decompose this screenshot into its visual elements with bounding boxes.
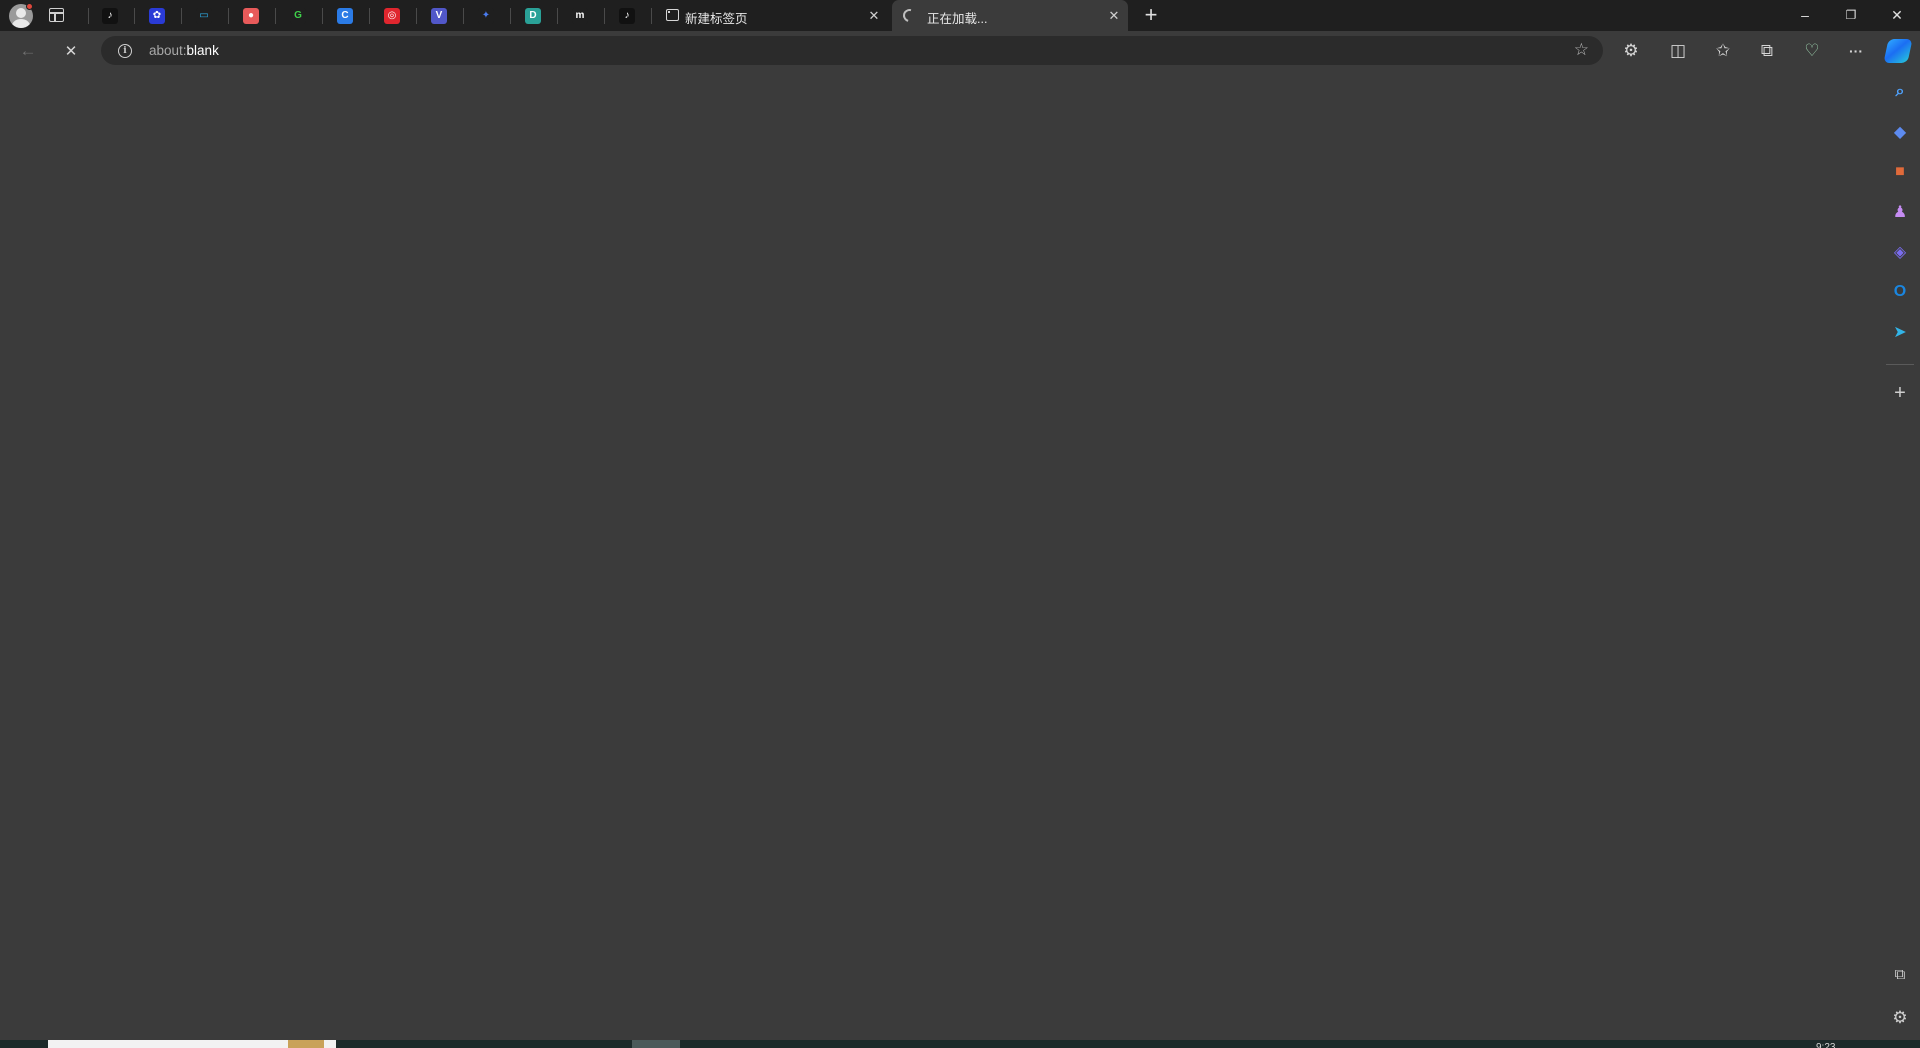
- tab-separator: [369, 8, 370, 24]
- tab-separator: [651, 8, 652, 24]
- red-app-favicon-icon: ●: [243, 8, 259, 24]
- site-info-icon[interactable]: i: [118, 44, 132, 58]
- tab-separator: [228, 8, 229, 24]
- sidebar-search-icon[interactable]: ⌕: [1890, 82, 1910, 102]
- close-window-button[interactable]: ✕: [1874, 0, 1920, 31]
- tab-separator: [181, 8, 182, 24]
- sidebar-settings-icon[interactable]: ⚙: [1890, 1008, 1910, 1028]
- blue-c-favicon-icon: C: [337, 8, 353, 24]
- tab-close-button[interactable]: ✕: [864, 6, 884, 26]
- settings-and-more-button[interactable]: ···: [1841, 36, 1871, 66]
- sidebar-add-button[interactable]: +: [1890, 383, 1910, 404]
- pinned-tab-green-app[interactable]: G: [284, 4, 312, 28]
- taskbar: 9:23: [0, 1040, 1920, 1048]
- back-button[interactable]: ←: [13, 36, 43, 66]
- new-tab-page-icon: [666, 9, 679, 21]
- tab-separator: [416, 8, 417, 24]
- url-path: blank: [186, 43, 219, 58]
- feather-app-favicon-icon: ✦: [478, 8, 494, 24]
- restore-button[interactable]: ❐: [1828, 0, 1874, 31]
- pinned-tab-blue-c[interactable]: C: [331, 4, 359, 28]
- pinned-tab-weibo[interactable]: ◎: [378, 4, 406, 28]
- sidebar-shopping-icon[interactable]: ◆: [1890, 122, 1910, 142]
- new-tab-button[interactable]: +: [1139, 4, 1163, 28]
- browser-essentials-icon[interactable]: ♡: [1797, 36, 1827, 66]
- loading-spinner-icon: [900, 6, 919, 25]
- sidebar-microsoft365-icon[interactable]: ◈: [1890, 242, 1910, 262]
- pinned-tab-tiktok-2[interactable]: ♪: [613, 4, 641, 28]
- tab-strip: ♪ ✿ ▭ ● G C ◎ V ✦ Dm ♪ 新建标签页 ✕ 正在加载... ✕ + – ❐ ✕: [0, 0, 1920, 31]
- pinned-tab-feather-app[interactable]: ✦: [472, 4, 500, 28]
- tab-separator: [463, 8, 464, 24]
- tab-new-tab[interactable]: 新建标签页 ✕: [654, 0, 890, 31]
- sidebar-outlook-icon[interactable]: O: [1890, 282, 1910, 302]
- tiktok-2-favicon-icon: ♪: [619, 8, 635, 24]
- sidebar-games-icon[interactable]: ♟: [1890, 202, 1910, 222]
- page-content-blank: [0, 70, 1880, 1040]
- v-app-favicon-icon: V: [431, 8, 447, 24]
- tab-separator: [134, 8, 135, 24]
- favorites-icon[interactable]: ✩: [1708, 36, 1738, 66]
- extensions-icon[interactable]: ⚙: [1616, 36, 1646, 66]
- m-app-favicon-icon: m: [572, 8, 588, 24]
- tab-separator: [604, 8, 605, 24]
- pinned-tab-bilibili[interactable]: ▭: [190, 4, 218, 28]
- notification-dot: [26, 3, 33, 10]
- tab-separator: [275, 8, 276, 24]
- green-app-favicon-icon: G: [290, 8, 306, 24]
- sidebar-drop-icon[interactable]: ➤: [1890, 322, 1910, 342]
- url-scheme: about:: [149, 43, 187, 58]
- pinned-tab-m-app[interactable]: m: [566, 4, 594, 28]
- toolbar: ← ✕ i about:blank ☆ ⚙ ◫ ✩ ⧉ ♡ ···: [0, 31, 1920, 70]
- tab-title: 新建标签页: [685, 12, 748, 26]
- pinned-tab-red-app[interactable]: ●: [237, 4, 265, 28]
- tab-actions-menu-icon[interactable]: [49, 8, 64, 22]
- right-sidebar: ⌕ ◆ ■ ♟ ◈ O ➤ + ⧉ ⚙: [1880, 70, 1920, 1040]
- bilibili-favicon-icon: ▭: [196, 8, 212, 24]
- tab-separator: [88, 8, 89, 24]
- pinned-tab-tiktok[interactable]: ♪: [96, 4, 124, 28]
- tab-title: 正在加载...: [927, 12, 988, 26]
- tiktok-favicon-icon: ♪: [102, 8, 118, 24]
- url-text[interactable]: about:blank: [149, 43, 219, 58]
- taskbar-clock[interactable]: 9:23: [1816, 1040, 1844, 1048]
- tab-close-button[interactable]: ✕: [1104, 6, 1124, 26]
- minimize-button[interactable]: –: [1782, 0, 1828, 31]
- pinned-tab-v-app[interactable]: V: [425, 4, 453, 28]
- split-screen-icon[interactable]: ◫: [1663, 36, 1693, 66]
- sidebar-divider: [1886, 364, 1914, 365]
- add-favorite-star-icon[interactable]: ☆: [1574, 40, 1589, 60]
- tab-separator: [510, 8, 511, 24]
- weibo-favicon-icon: ◎: [384, 8, 400, 24]
- pinned-tab-d-app[interactable]: D: [519, 4, 547, 28]
- sidebar-tools-icon[interactable]: ■: [1890, 162, 1910, 182]
- stop-loading-button[interactable]: ✕: [56, 36, 86, 66]
- screenshot-icon[interactable]: ⧉: [1890, 964, 1910, 984]
- baidu-favicon-icon: ✿: [149, 8, 165, 24]
- pinned-tab-baidu[interactable]: ✿: [143, 4, 171, 28]
- taskbar-thumbnail[interactable]: [48, 1040, 336, 1048]
- d-app-favicon-icon: D: [525, 8, 541, 24]
- tab-separator: [322, 8, 323, 24]
- address-bar[interactable]: i about:blank ☆: [101, 36, 1603, 65]
- tab-loading[interactable]: 正在加载... ✕: [892, 0, 1128, 31]
- taskbar-thumbnail[interactable]: [632, 1040, 680, 1048]
- tab-separator: [557, 8, 558, 24]
- collections-icon[interactable]: ⧉: [1752, 36, 1782, 66]
